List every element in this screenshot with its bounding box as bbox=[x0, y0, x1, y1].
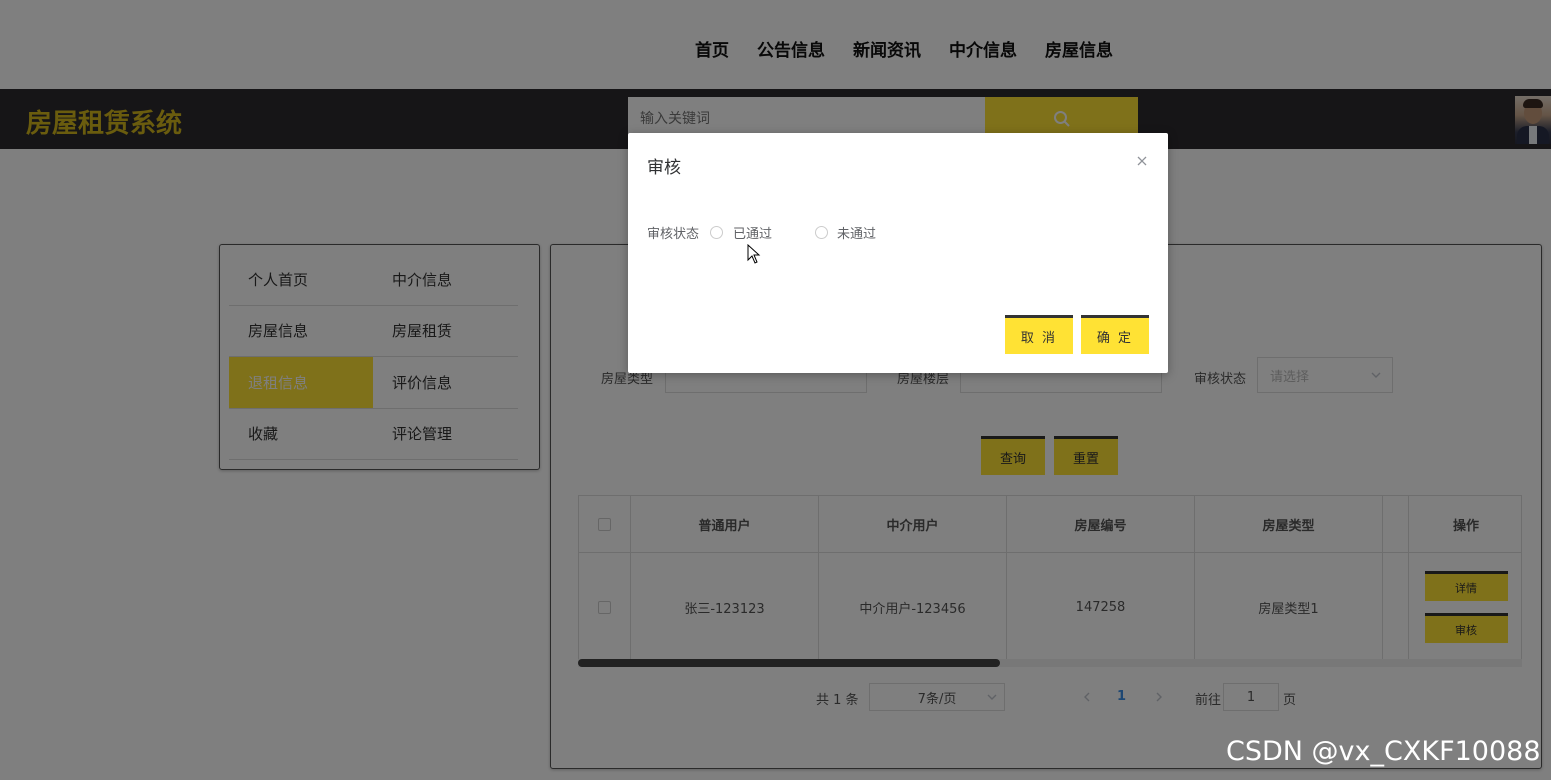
close-icon[interactable] bbox=[1136, 155, 1148, 167]
radio-rejected-label[interactable]: 未通过 bbox=[837, 223, 876, 242]
mouse-cursor-icon bbox=[747, 244, 761, 264]
radio-approved[interactable] bbox=[710, 226, 723, 239]
cancel-button[interactable]: 取 消 bbox=[1005, 315, 1073, 354]
modal-overlay[interactable] bbox=[0, 0, 1551, 780]
confirm-button[interactable]: 确 定 bbox=[1081, 315, 1149, 354]
watermark: CSDN @vx_CXKF10088 bbox=[1226, 736, 1541, 767]
radio-rejected[interactable] bbox=[815, 226, 828, 239]
radio-approved-label[interactable]: 已通过 bbox=[733, 223, 772, 242]
review-dialog: 审核 审核状态 已通过 未通过 取 消 确 定 bbox=[628, 133, 1168, 373]
review-status-field-label: 审核状态 bbox=[647, 227, 700, 242]
dialog-title: 审核 bbox=[647, 158, 681, 178]
